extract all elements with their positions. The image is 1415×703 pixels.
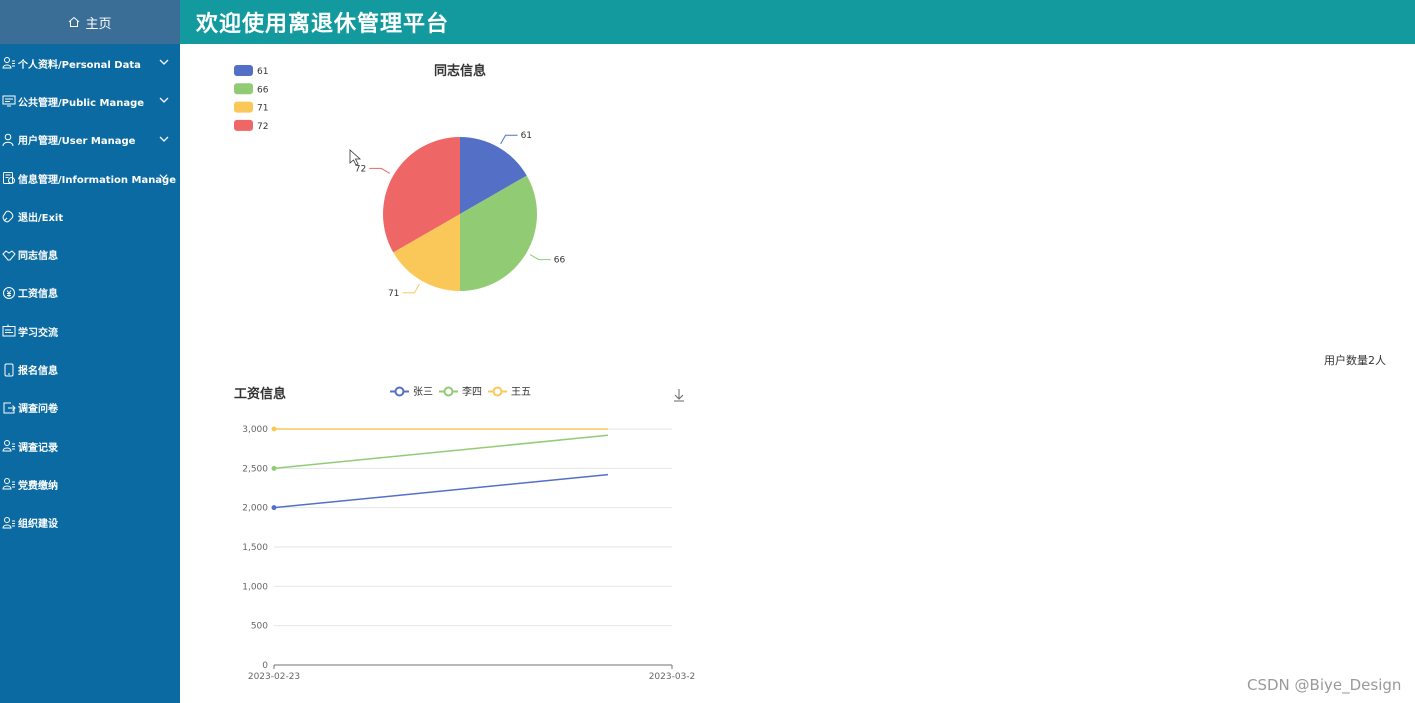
chevron-down-icon[interactable] <box>159 134 169 144</box>
x-tick-label: 2023-03-2 <box>649 672 696 682</box>
sidebar-item-label: 个人资料/Personal Data <box>18 59 141 71</box>
phone-icon <box>1 362 16 377</box>
watermark: CSDN @Biye_Design <box>1247 676 1402 694</box>
series-point <box>271 426 277 432</box>
y-tick-label: 500 <box>251 622 268 632</box>
sidebar-item-label: 党费缴纳 <box>18 480 58 492</box>
sidebar-item-survey[interactable]: 调查问卷 <box>0 389 180 427</box>
pie-label-line <box>369 167 391 174</box>
series-line <box>273 473 609 509</box>
pie-label-line <box>529 254 551 261</box>
sidebar-menu: 个人资料/Personal Data 公共管理/Public Manage 用户… <box>0 44 180 542</box>
sidebar-item-label: 学习交流 <box>18 327 58 339</box>
y-tick-label: 2,000 <box>242 504 268 514</box>
monitor-icon <box>1 94 16 109</box>
sidebar-item-registration-info[interactable]: 报名信息 <box>0 350 180 388</box>
sidebar-item-label: 组织建设 <box>18 519 58 531</box>
sidebar: 主页 个人资料/Personal Data 公共管理/Public Manage… <box>0 0 180 703</box>
legend-swatch <box>234 101 253 113</box>
y-tick-label: 0 <box>262 661 268 671</box>
y-tick-label: 1,500 <box>242 543 268 553</box>
sidebar-item-exit[interactable]: 退出/Exit <box>0 197 180 235</box>
sidebar-item-study-exchange[interactable]: 学习交流 <box>0 312 180 350</box>
legend-label: 71 <box>257 104 268 114</box>
export-icon <box>1 400 16 415</box>
sidebar-item-comrade-info[interactable]: 同志信息 <box>0 235 180 273</box>
sidebar-item-label: 用户管理/User Manage <box>18 136 136 148</box>
legend-label: 66 <box>257 85 269 95</box>
line-legend-marker <box>492 386 503 397</box>
y-tick-label: 3,000 <box>242 425 268 435</box>
chevron-down-icon[interactable] <box>159 57 169 67</box>
x-tick-label: 2023-02-23 <box>248 672 300 682</box>
user-list-icon <box>1 477 16 492</box>
line-chart-title: 工资信息 <box>234 386 286 402</box>
sidebar-item-label: 报名信息 <box>18 366 58 378</box>
sidebar-item-label: 调查记录 <box>18 442 58 454</box>
line-legend-label: 李四 <box>462 385 482 398</box>
pie-label-line <box>402 283 420 294</box>
home-label: 主页 <box>85 16 112 32</box>
sidebar-item-organization[interactable]: 组织建设 <box>0 504 180 542</box>
pie-label: 61 <box>521 131 532 141</box>
sidebar-item-label: 公共管理/Public Manage <box>18 97 145 109</box>
y-tick-label: 1,000 <box>242 582 268 592</box>
sidebar-item-public-manage[interactable]: 公共管理/Public Manage <box>0 82 180 120</box>
sidebar-item-personal-data[interactable]: 个人资料/Personal Data <box>0 44 180 82</box>
charts-canvas: 同志信息 61 66 71 72 61 66 71 72 工资信息 张三 李四 王五 0 500 1,000 1… <box>234 63 696 682</box>
download-icon[interactable] <box>674 389 684 402</box>
pie-label: 71 <box>388 289 399 299</box>
series-point <box>271 465 277 471</box>
y-tick-label: 2,500 <box>242 464 268 474</box>
pie-label: 72 <box>355 164 366 174</box>
board-icon <box>1 324 16 339</box>
user-list-icon <box>1 515 16 530</box>
page-title: 欢迎使用离退休管理平台 <box>196 12 450 37</box>
page-header: 欢迎使用离退休管理平台 <box>180 0 1415 44</box>
sidebar-item-label: 工资信息 <box>18 289 58 301</box>
sidebar-item-user-manage[interactable]: 用户管理/User Manage <box>0 121 180 159</box>
chevron-down-icon[interactable] <box>159 95 169 105</box>
series-point <box>271 505 277 511</box>
mouse-cursor-icon <box>349 149 362 166</box>
line-legend-marker <box>394 386 405 397</box>
app-window: 主页 个人资料/Personal Data 公共管理/Public Manage… <box>0 0 1415 703</box>
pie-label: 66 <box>554 256 566 266</box>
chevron-down-icon[interactable] <box>159 172 168 181</box>
user-card-icon <box>1 56 16 71</box>
info-doc-icon <box>1 171 16 186</box>
pie-label-line <box>500 134 518 145</box>
download-icon-stroke <box>674 389 684 402</box>
legend-label: 72 <box>257 122 268 132</box>
line-legend-label: 张三 <box>413 386 433 398</box>
sidebar-item-information-manage[interactable]: 信息管理/Information Manage <box>0 159 180 197</box>
home-link[interactable]: 主页 <box>0 0 180 44</box>
user-list-icon <box>1 439 16 454</box>
sidebar-item-label: 同志信息 <box>18 251 58 263</box>
exit-icon <box>1 209 16 224</box>
legend-swatch <box>234 83 253 95</box>
user-count-label: 用户数量2人 <box>1324 354 1386 367</box>
pie-title: 同志信息 <box>434 63 486 79</box>
line-legend-marker <box>443 386 454 397</box>
sidebar-item-label: 信息管理/Information Manage <box>18 174 176 186</box>
line-legend-label: 王五 <box>511 387 531 398</box>
sidebar-item-label: 调查问卷 <box>18 404 58 416</box>
sidebar-item-salary-info[interactable]: 工资信息 <box>0 274 180 312</box>
main-content: 同志信息 61 66 71 72 61 66 71 72 工资信息 张三 李四 王五 0 500 1,000 1… <box>180 44 1415 703</box>
legend-swatch <box>234 119 253 131</box>
series-line <box>273 434 609 470</box>
sidebar-item-party-fee[interactable]: 党费缴纳 <box>0 465 180 503</box>
legend-label: 61 <box>257 67 268 77</box>
user-icon <box>1 132 16 147</box>
coin-icon <box>1 285 16 300</box>
handshake-icon <box>1 247 16 262</box>
sidebar-item-survey-records[interactable]: 调查记录 <box>0 427 180 465</box>
legend-swatch <box>234 65 253 76</box>
home-icon <box>69 16 80 27</box>
sidebar-item-label: 退出/Exit <box>18 212 64 224</box>
